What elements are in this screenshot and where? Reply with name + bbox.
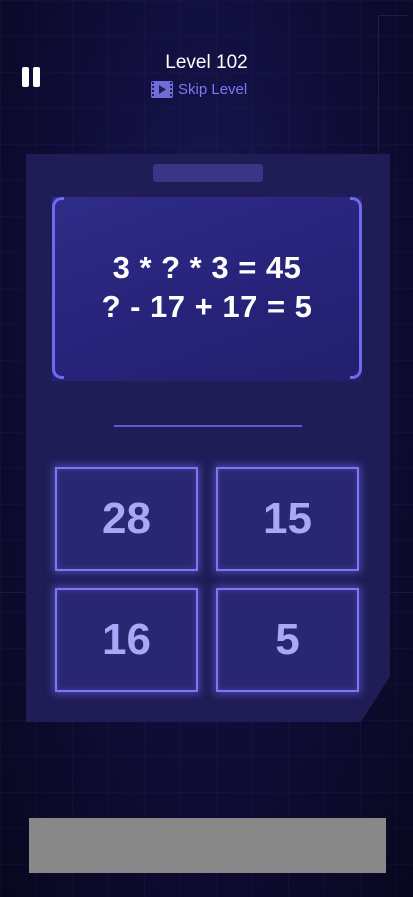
equation-line-2: ? - 17 + 17 = 5 (101, 289, 313, 324)
answer-option-label: 16 (102, 615, 151, 664)
skip-level-label: Skip Level (178, 80, 248, 98)
panel-tab (153, 164, 263, 182)
answer-option-5[interactable]: 5 (216, 588, 359, 692)
skip-level-button[interactable]: Skip Level (151, 78, 247, 100)
answer-slot (114, 425, 302, 427)
right-bracket (350, 197, 362, 379)
answer-option-label: 15 (263, 494, 312, 543)
answer-option-label: 5 (275, 615, 300, 664)
game-screen: Level 102 Skip Level 3 * ? * 3 = 45 ? - … (0, 0, 413, 897)
answer-option-label: 28 (102, 494, 151, 543)
left-bracket (52, 197, 64, 379)
question-box: 3 * ? * 3 = 45 ? - 17 + 17 = 5 (52, 197, 362, 381)
equation-line-1: 3 * ? * 3 = 45 (112, 250, 302, 285)
video-play-icon (151, 80, 173, 98)
answer-option-15[interactable]: 15 (216, 467, 359, 571)
answer-option-16[interactable]: 16 (55, 588, 198, 692)
ad-banner[interactable] (29, 818, 386, 873)
answer-option-28[interactable]: 28 (55, 467, 198, 571)
level-title: Level 102 (165, 52, 248, 73)
